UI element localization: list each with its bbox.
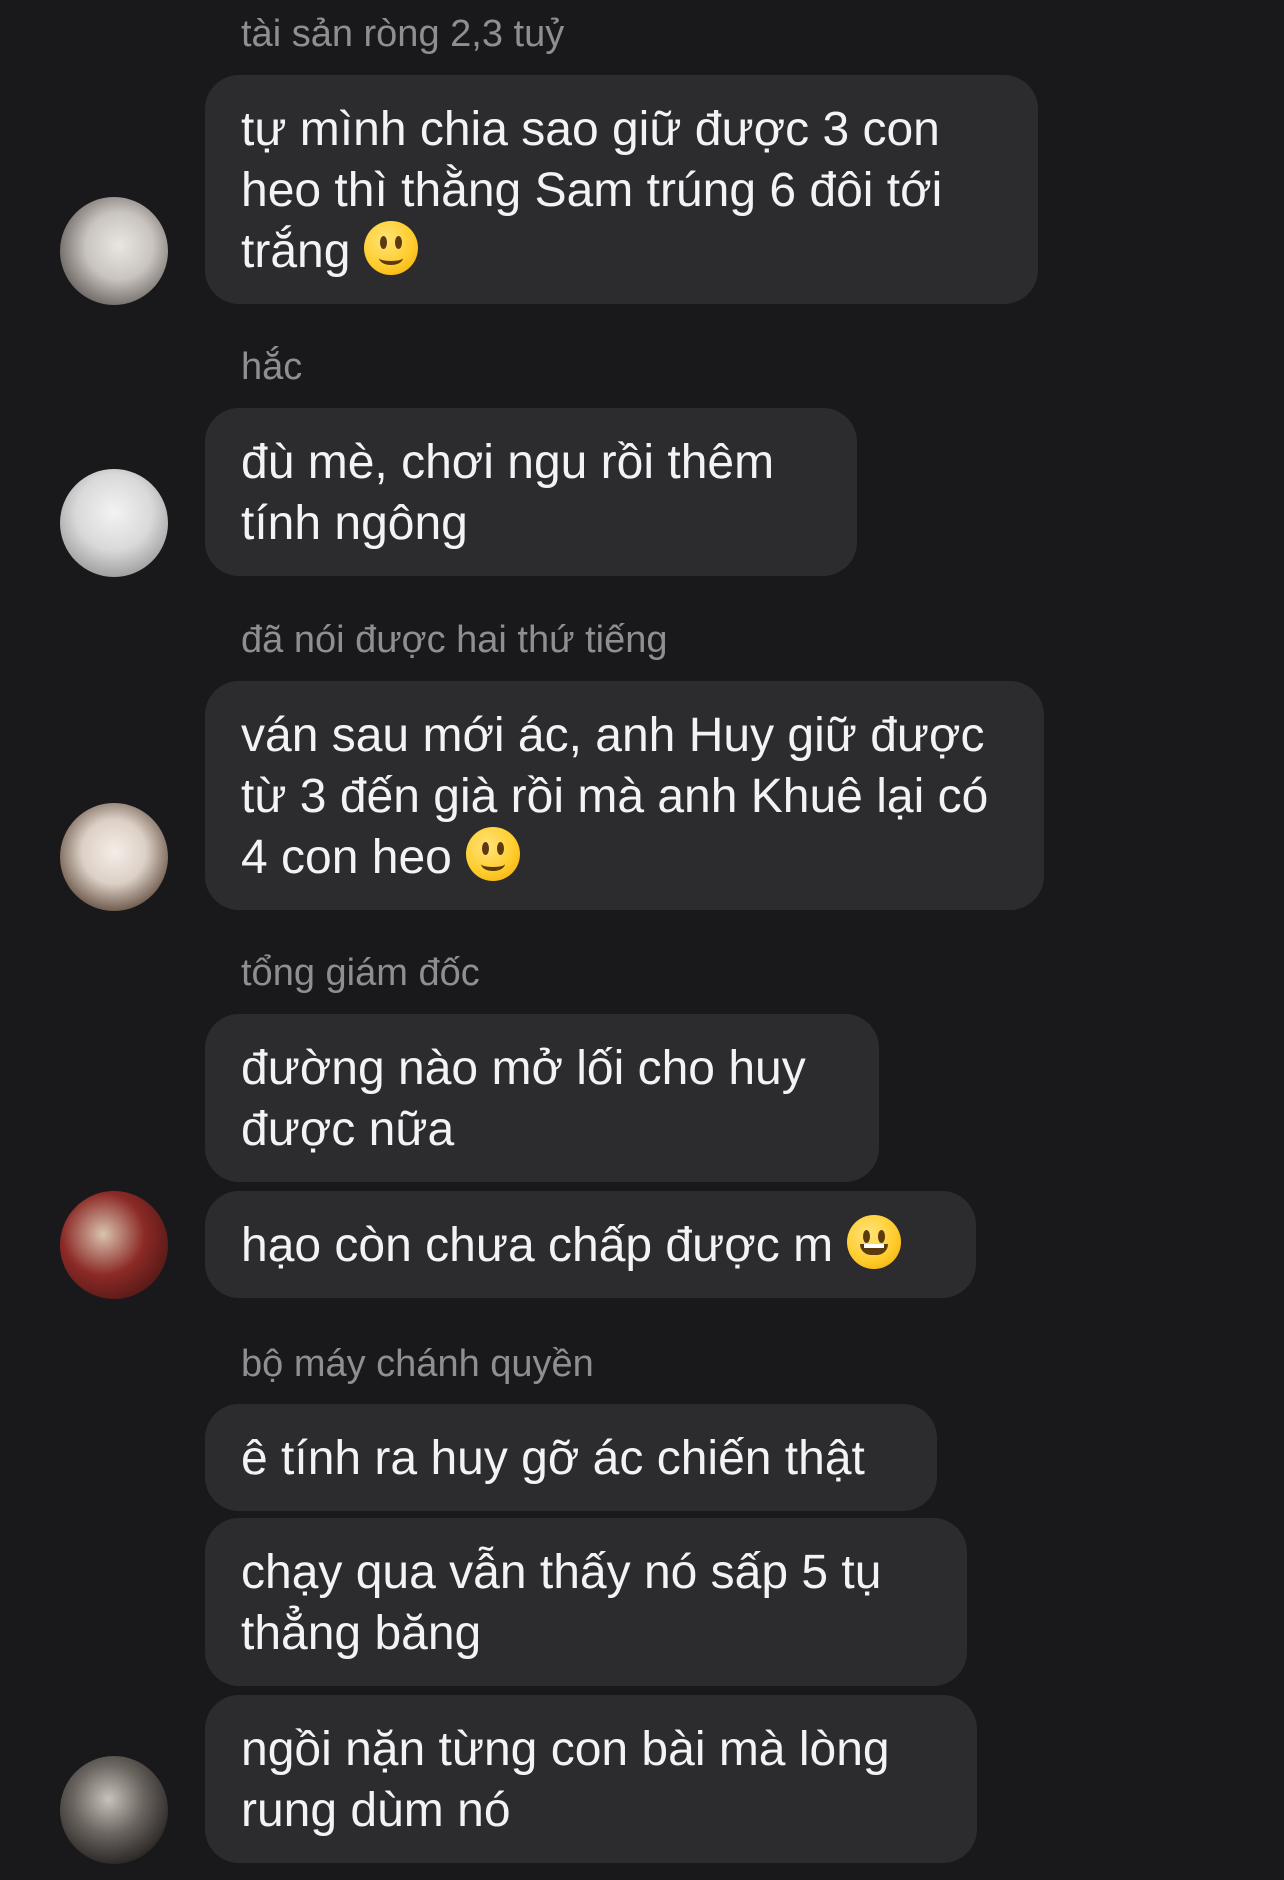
message-bubble[interactable]: đường nào mở lối cho huy được nữa bbox=[205, 1014, 879, 1182]
avatar[interactable] bbox=[60, 1756, 168, 1864]
message-text: ê tính ra huy gỡ ác chiến thật bbox=[241, 1432, 865, 1485]
sender-name: hắc bbox=[241, 346, 303, 388]
message-bubble[interactable]: ngồi nặn từng con bài mà lòng rung dùm n… bbox=[205, 1695, 977, 1863]
slightly-smiling-face-icon bbox=[364, 221, 419, 275]
message-text: ngồi nặn từng con bài mà lòng rung dùm n… bbox=[241, 1723, 890, 1837]
message-bubble[interactable]: ván sau mới ác, anh Huy giữ được từ 3 đế… bbox=[205, 681, 1044, 910]
sender-name: bộ máy chánh quyền bbox=[241, 1343, 594, 1385]
message-text: đường nào mở lối cho huy được nữa bbox=[241, 1042, 806, 1156]
avatar[interactable] bbox=[60, 803, 168, 911]
avatar[interactable] bbox=[60, 197, 168, 305]
message-text: đù mè, chơi ngu rồi thêm tính ngông bbox=[241, 436, 775, 550]
slightly-smiling-face-icon bbox=[465, 827, 520, 881]
message-text: chạy qua vẫn thấy nó sấp 5 tụ thẳng băng bbox=[241, 1546, 882, 1660]
sender-name: đã nói được hai thứ tiếng bbox=[241, 619, 668, 661]
message-bubble[interactable]: ê tính ra huy gỡ ác chiến thật bbox=[205, 1404, 937, 1511]
message-bubble[interactable]: đù mè, chơi ngu rồi thêm tính ngông bbox=[205, 408, 857, 576]
sender-name: tài sản ròng 2,3 tuỷ bbox=[241, 13, 565, 55]
avatar[interactable] bbox=[60, 469, 168, 577]
message-text: hạo còn chưa chấp được m bbox=[241, 1219, 834, 1272]
message-bubble[interactable]: tự mình chia sao giữ được 3 con heo thì … bbox=[205, 75, 1038, 304]
avatar[interactable] bbox=[60, 1191, 168, 1299]
message-text: ván sau mới ác, anh Huy giữ được từ 3 đế… bbox=[241, 709, 989, 884]
message-bubble[interactable]: chạy qua vẫn thấy nó sấp 5 tụ thẳng băng bbox=[205, 1518, 967, 1686]
grinning-face-icon bbox=[847, 1215, 902, 1269]
sender-name: tổng giám đốc bbox=[241, 952, 480, 994]
message-bubble[interactable]: hạo còn chưa chấp được m bbox=[205, 1191, 976, 1298]
message-text: tự mình chia sao giữ được 3 con heo thì … bbox=[241, 103, 943, 278]
